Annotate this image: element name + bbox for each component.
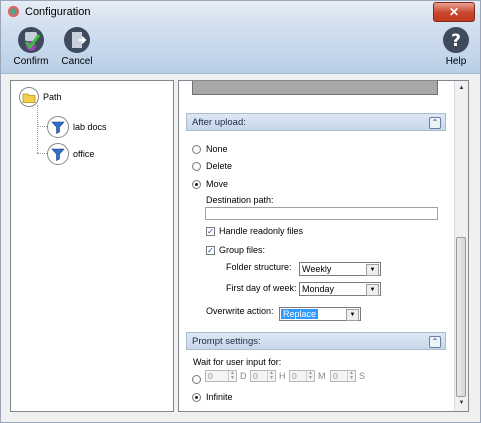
help-label: Help (445, 56, 467, 67)
filter-icon (47, 116, 69, 138)
previous-section-bar (192, 81, 438, 95)
tree-connector (37, 105, 38, 153)
destination-path-label: Destination path: (206, 195, 274, 205)
confirm-label: Confirm (13, 56, 49, 67)
radio-infinite-label: Infinite (206, 392, 233, 402)
seconds-spinner[interactable]: 0 ▲ ▼ (330, 370, 356, 382)
hours-value: 0 (253, 371, 258, 381)
app-icon (7, 5, 20, 18)
folder-structure-value: Weekly (302, 264, 332, 274)
chevron-down-icon: ▼ (346, 309, 359, 321)
confirm-icon (18, 27, 44, 53)
tree-item-lab-docs[interactable]: lab docs (47, 116, 107, 138)
days-spinner[interactable]: 0 ▲ ▼ (205, 370, 237, 382)
folder-structure-label: Folder structure: (226, 262, 292, 272)
vertical-scrollbar[interactable]: ▲ ▼ (454, 81, 468, 411)
radio-none-label: None (206, 144, 228, 154)
section-title: After upload: (192, 117, 246, 128)
after-upload-header[interactable]: After upload: ⌃ (186, 113, 446, 131)
toolbar: Confirm Cancel ? Help (1, 23, 480, 74)
destination-path-input[interactable] (205, 207, 438, 220)
collapse-icon[interactable]: ⌃ (429, 117, 441, 129)
configuration-window: Configuration ✕ Confirm Cancel ? Help Pa… (0, 0, 481, 423)
scrollbar-thumb[interactable] (456, 237, 466, 397)
overwrite-action-select[interactable]: Replace ▼ (279, 307, 361, 321)
tree-item-office[interactable]: office (47, 143, 94, 165)
first-day-select[interactable]: Monday ▼ (299, 282, 381, 296)
confirm-button[interactable]: Confirm (9, 26, 53, 70)
overwrite-action-label: Overwrite action: (206, 306, 274, 316)
seconds-value: 0 (333, 371, 338, 381)
path-tree: Path lab docs office (10, 80, 174, 412)
window-title: Configuration (25, 6, 91, 18)
radio-delete[interactable] (192, 162, 201, 171)
scroll-up-icon[interactable]: ▲ (456, 83, 467, 94)
radio-move-label: Move (206, 179, 229, 189)
spin-arrows-icon: ▲ ▼ (267, 371, 275, 381)
close-icon: ✕ (448, 5, 460, 19)
close-button[interactable]: ✕ (433, 2, 475, 22)
check-icon: ✓ (207, 246, 214, 255)
cancel-label: Cancel (61, 56, 93, 67)
group-files-checkbox[interactable]: ✓ (206, 246, 215, 255)
cancel-button[interactable]: Cancel (55, 26, 99, 70)
days-unit: D (240, 371, 247, 381)
chevron-down-icon: ▼ (366, 284, 379, 296)
radio-none[interactable] (192, 145, 201, 154)
check-icon: ✓ (207, 227, 214, 236)
tree-item-path[interactable]: Path (19, 87, 62, 107)
spin-arrows-icon: ▲ ▼ (228, 371, 236, 381)
spin-arrows-icon: ▲ ▼ (347, 371, 355, 381)
handle-readonly-label: Handle readonly files (219, 226, 304, 236)
svg-text:?: ? (451, 31, 461, 51)
collapse-icon[interactable]: ⌃ (429, 336, 441, 348)
help-icon: ? (443, 27, 469, 53)
cancel-icon (64, 27, 90, 53)
hours-spinner[interactable]: 0 ▲ ▼ (250, 370, 276, 382)
tree-item-label: Path (43, 92, 62, 102)
tree-item-label: office (73, 149, 95, 159)
wait-label: Wait for user input for: (193, 357, 282, 367)
chevron-down-icon: ▼ (366, 264, 379, 276)
minutes-value: 0 (292, 371, 297, 381)
minutes-spinner[interactable]: 0 ▲ ▼ (289, 370, 315, 382)
first-day-label: First day of week: (226, 283, 297, 293)
radio-delete-label: Delete (206, 161, 233, 171)
filter-icon (47, 143, 69, 165)
help-button[interactable]: ? Help (434, 26, 478, 70)
radio-infinite[interactable] (192, 393, 201, 402)
radio-wait-duration[interactable] (192, 375, 201, 384)
folder-icon (19, 87, 39, 107)
hours-unit-text: H (279, 371, 286, 381)
seconds-unit: S (359, 371, 366, 381)
title-bar: Configuration ✕ (1, 1, 480, 24)
scroll-down-icon[interactable]: ▼ (456, 398, 467, 409)
radio-move[interactable] (192, 180, 201, 189)
handle-readonly-checkbox[interactable]: ✓ (206, 227, 215, 236)
overwrite-action-value: Replace (281, 309, 319, 319)
section-title: Prompt settings: (192, 336, 261, 347)
group-files-label: Group files: (219, 245, 266, 255)
minutes-unit: M (318, 371, 326, 381)
settings-pane: After upload: ⌃ None Delete Move Destina… (178, 80, 469, 412)
days-value: 0 (208, 371, 213, 381)
spin-arrows-icon: ▲ ▼ (306, 371, 314, 381)
folder-structure-select[interactable]: Weekly ▼ (299, 262, 381, 276)
prompt-settings-header[interactable]: Prompt settings: ⌃ (186, 332, 446, 350)
first-day-value: Monday (302, 284, 335, 294)
tree-item-label: lab docs (73, 122, 107, 132)
